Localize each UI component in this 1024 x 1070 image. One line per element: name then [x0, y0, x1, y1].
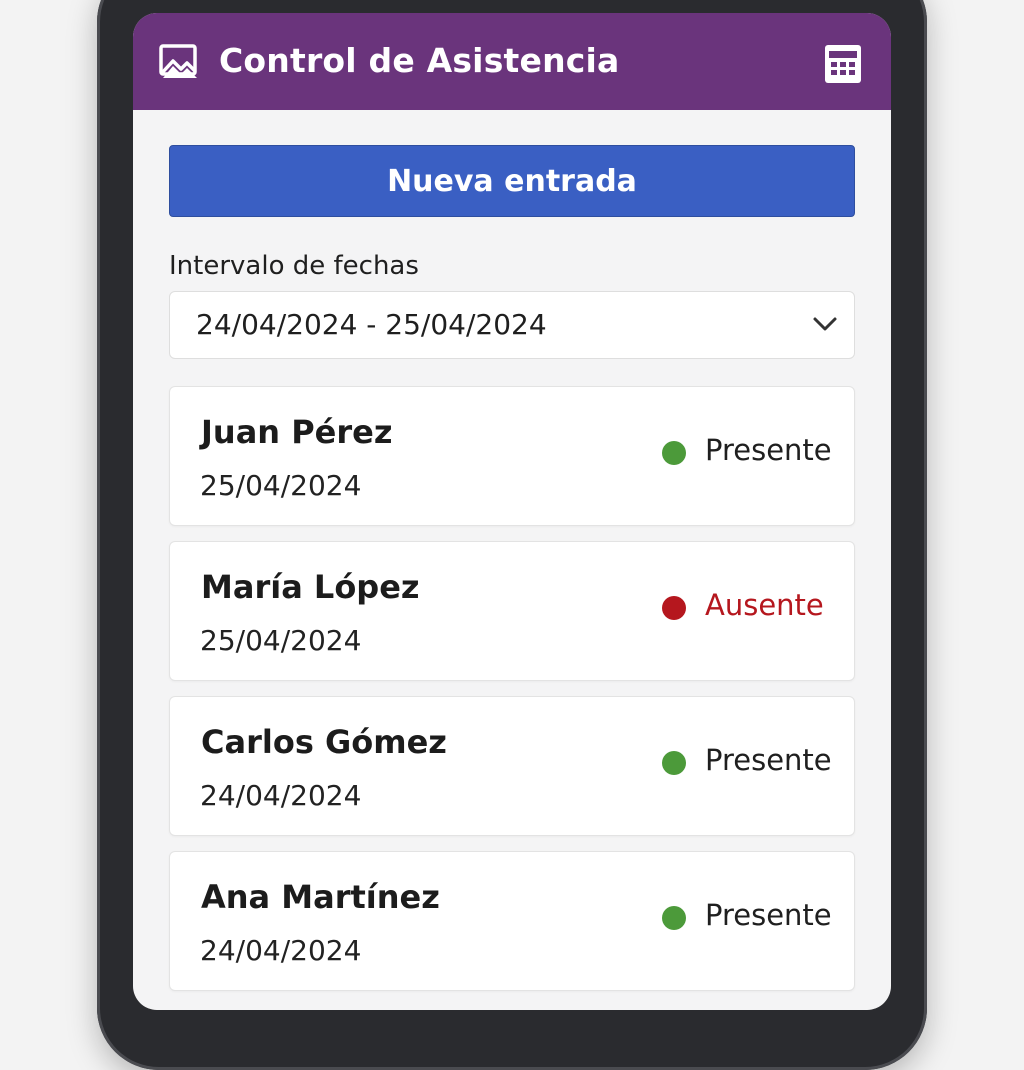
status-dot-icon	[662, 751, 686, 775]
date-range-label: Intervalo de fechas	[169, 251, 419, 281]
attendance-card[interactable]: Ana Martínez 24/04/2024 Presente	[169, 851, 855, 991]
employee-name: Juan Pérez	[201, 413, 393, 451]
attendance-date: 24/04/2024	[200, 779, 362, 812]
app-title: Control de Asistencia	[219, 41, 620, 80]
attendance-date: 25/04/2024	[200, 469, 362, 502]
attendance-card[interactable]: Juan Pérez 25/04/2024 Presente	[169, 386, 855, 526]
attendance-card[interactable]: María López 25/04/2024 Ausente	[169, 541, 855, 681]
status-dot-icon	[662, 596, 686, 620]
chevron-down-icon	[813, 317, 837, 331]
employee-name: Ana Martínez	[201, 878, 440, 916]
status-label: Ausente	[705, 588, 824, 622]
status-label: Presente	[705, 433, 832, 467]
employee-name: Carlos Gómez	[201, 723, 447, 761]
date-range-value: 24/04/2024 - 25/04/2024	[196, 308, 547, 341]
attendance-date: 25/04/2024	[200, 624, 362, 657]
status-dot-icon	[662, 441, 686, 465]
attendance-date: 24/04/2024	[200, 934, 362, 967]
new-entry-button[interactable]: Nueva entrada	[169, 145, 855, 217]
status-label: Presente	[705, 743, 832, 777]
status-dot-icon	[662, 906, 686, 930]
status-label: Presente	[705, 898, 832, 932]
attendance-card[interactable]: Carlos Gómez 24/04/2024 Presente	[169, 696, 855, 836]
employee-name: María López	[201, 568, 420, 606]
app-header: Control de Asistencia	[133, 13, 891, 110]
date-range-select[interactable]: 24/04/2024 - 25/04/2024	[169, 291, 855, 359]
calendar-icon[interactable]	[823, 43, 863, 85]
image-icon	[159, 44, 197, 78]
app-screen: Control de Asistencia Nueva entrada Inte…	[133, 13, 891, 1010]
